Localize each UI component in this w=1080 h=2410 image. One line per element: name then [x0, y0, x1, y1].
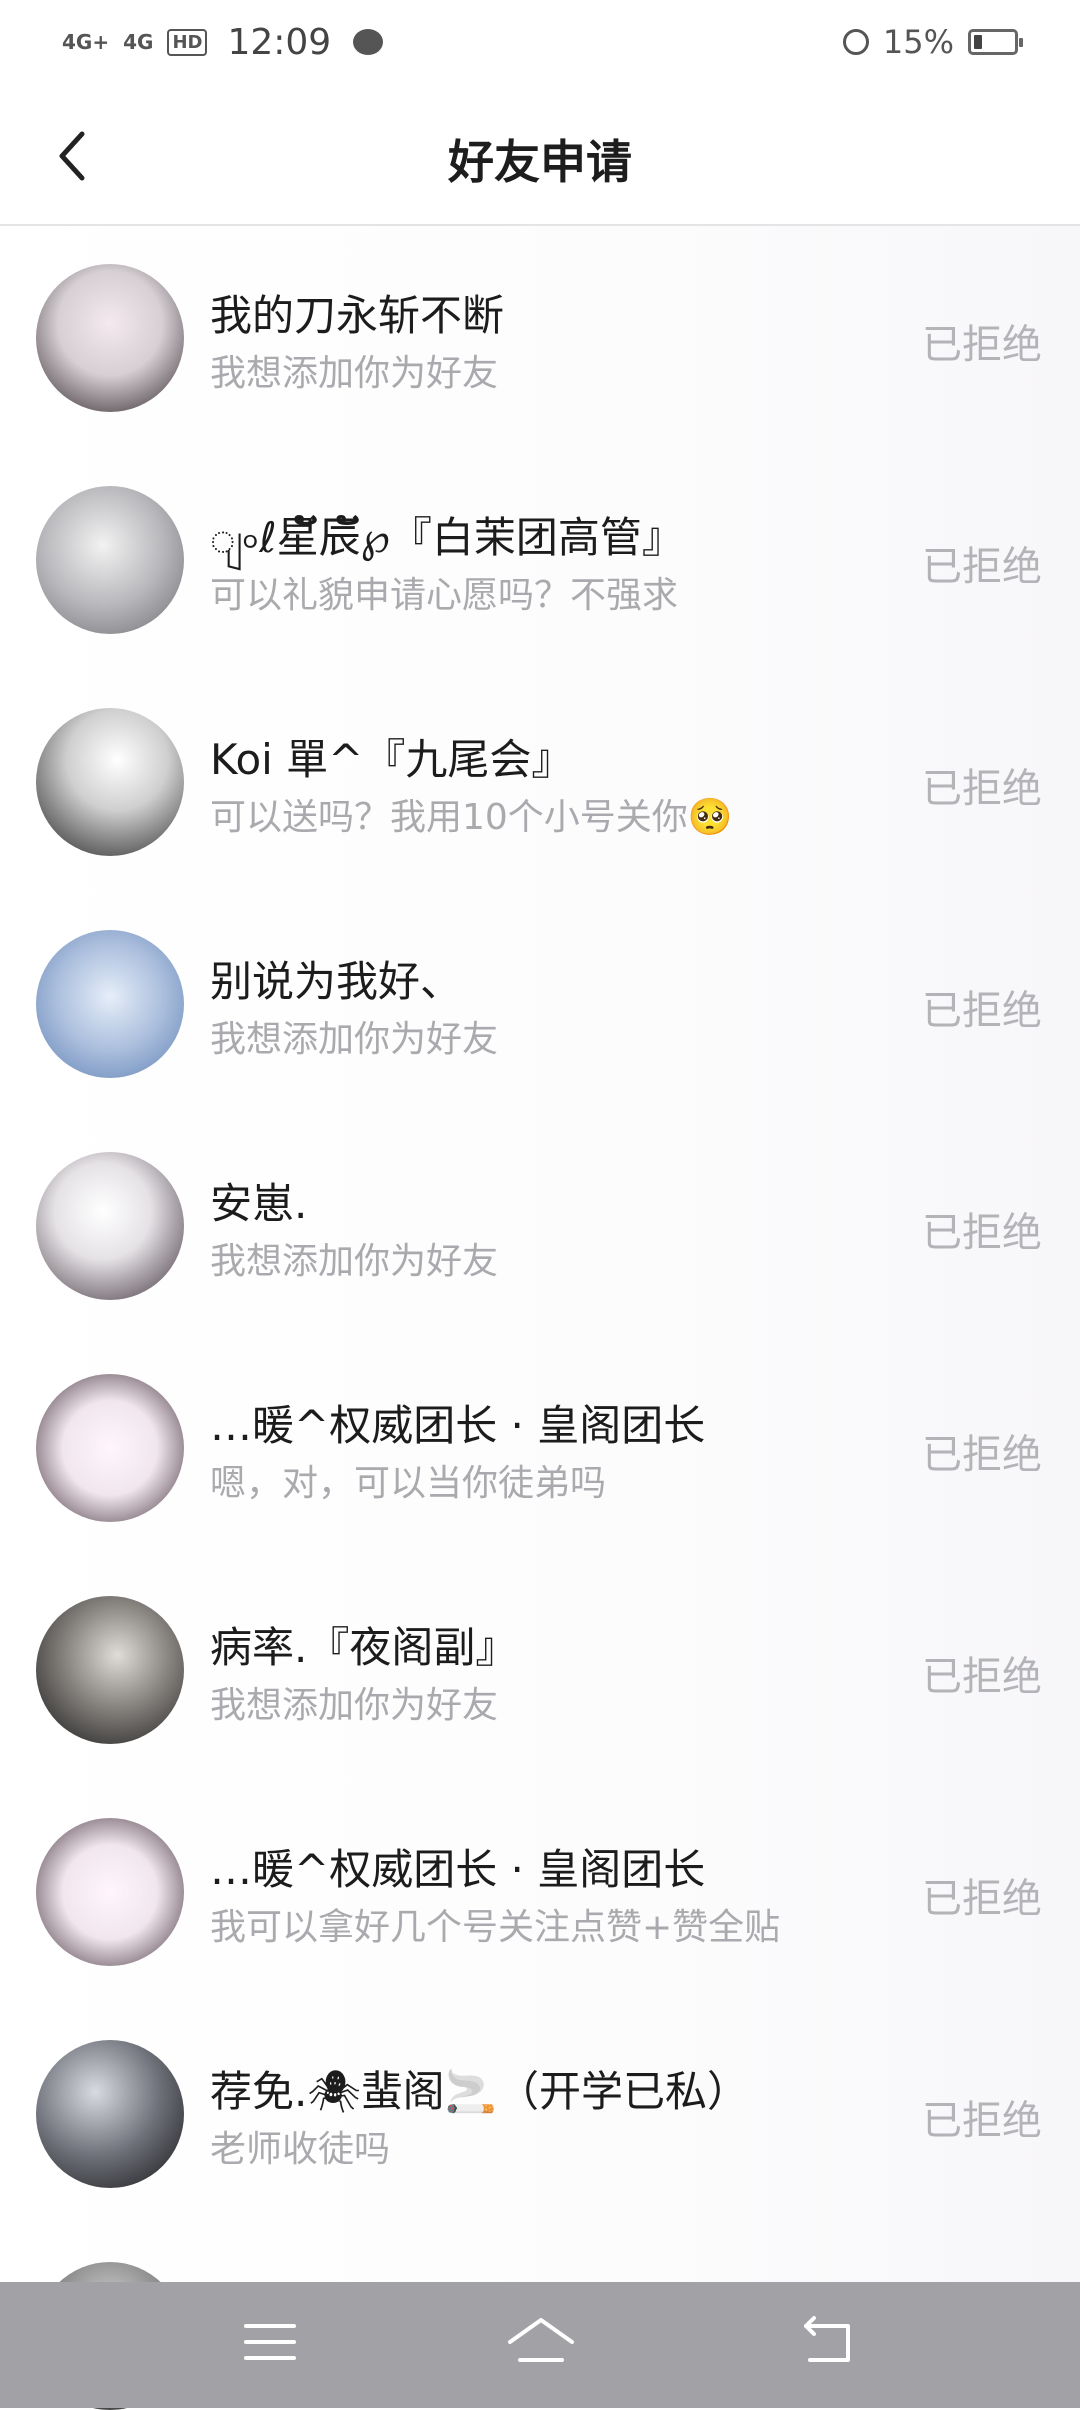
avatar[interactable] — [36, 1818, 184, 1966]
requester-name: Koi 單^『九尾会』 — [210, 735, 574, 784]
page-title: 好友申请 — [448, 135, 632, 189]
home-button[interactable] — [506, 2312, 576, 2372]
hd-icon: HD — [167, 28, 208, 56]
request-message: 嗯，对，可以当你徒弟吗 — [210, 1463, 607, 1504]
rejected-status: 已拒绝 — [922, 2098, 1042, 2144]
list-item[interactable]: 荐免.🕷蜚阁🚬（开学已私） 老师收徒吗 已拒绝 — [0, 2002, 1080, 2224]
signal-4gplus-icon: 4G+ — [62, 30, 110, 54]
requester-name: 荐免.🕷蜚阁🚬（开学已私） — [210, 2067, 749, 2116]
system-nav-bar — [0, 2282, 1080, 2408]
list-item[interactable]: 安崽. 我想添加你为好友 已拒绝 — [0, 1114, 1080, 1336]
message-notification-icon — [353, 29, 384, 55]
return-icon — [804, 2316, 850, 2362]
rejected-status: 已拒绝 — [922, 322, 1042, 368]
request-message: 我想添加你为好友 — [210, 1241, 499, 1282]
clock-time: 12:09 — [227, 21, 332, 63]
avatar[interactable] — [36, 1596, 184, 1744]
battery-percent: 15% — [882, 23, 954, 61]
status-bar-right: 15% — [842, 23, 1023, 61]
list-item[interactable]: …暖^权威团长 · 皇阁团长 我可以拿好几个号关注点赞+赞全贴 已拒绝 — [0, 1780, 1080, 2002]
rejected-status: 已拒绝 — [922, 1210, 1042, 1256]
request-message: 可以礼貌申请心愿吗？不强求 — [210, 575, 679, 616]
request-message: 可以送吗？我用10个小号关你🥺 — [210, 797, 733, 838]
requester-name: …暖^权威团长 · 皇阁团长 — [210, 1401, 706, 1450]
avatar[interactable] — [36, 708, 184, 856]
app-header: 好友申请 — [0, 84, 1080, 226]
avatar[interactable] — [36, 930, 184, 1078]
request-message: 我可以拿好几个号关注点赞+赞全贴 — [210, 1907, 781, 1948]
list-item[interactable]: ျ৹ℓ星ັ辰ັ℘『白茉团高管』 可以礼貌申请心愿吗？不强求 已拒绝 — [0, 448, 1080, 670]
signal-4g-icon: 4G — [123, 30, 154, 54]
rejected-status: 已拒绝 — [922, 988, 1042, 1034]
list-item[interactable]: 病率.『夜阁副』 我想添加你为好友 已拒绝 — [0, 1558, 1080, 1780]
list-item[interactable]: 我的刀永斩不断 我想添加你为好友 已拒绝 — [0, 226, 1080, 448]
status-bar-left: 4G+ 4G HD 12:09 — [62, 21, 384, 63]
battery-icon — [968, 29, 1023, 55]
avatar[interactable] — [36, 2040, 184, 2188]
rejected-status: 已拒绝 — [922, 766, 1042, 812]
request-message: 我想添加你为好友 — [210, 353, 499, 394]
avatar[interactable] — [36, 1152, 184, 1300]
request-message: 老师收徒吗 — [210, 2129, 391, 2170]
requester-name: 我的刀永斩不断 — [210, 291, 505, 340]
request-message: 我想添加你为好友 — [210, 1685, 499, 1726]
requester-name: 别说为我好、 — [210, 957, 463, 1006]
home-icon — [508, 2318, 574, 2362]
menu-button[interactable] — [240, 2312, 300, 2372]
requester-name: 安崽. — [210, 1179, 308, 1228]
list-item[interactable]: Koi 單^『九尾会』 可以送吗？我用10个小号关你🥺 已拒绝 — [0, 670, 1080, 892]
avatar[interactable] — [36, 486, 184, 634]
request-message: 我想添加你为好友 — [210, 1019, 499, 1060]
return-button[interactable] — [796, 2312, 856, 2372]
rejected-status: 已拒绝 — [922, 1654, 1042, 1700]
list-item[interactable]: …暖^权威团长 · 皇阁团长 嗯，对，可以当你徒弟吗 已拒绝 — [0, 1336, 1080, 1558]
avatar[interactable] — [36, 1374, 184, 1522]
requester-name: 病率.『夜阁副』 — [210, 1623, 518, 1672]
avatar[interactable] — [36, 264, 184, 412]
requester-name: …暖^权威团长 · 皇阁团长 — [210, 1845, 706, 1894]
status-bar: 4G+ 4G HD 12:09 15% — [0, 0, 1080, 84]
rejected-status: 已拒绝 — [922, 1876, 1042, 1922]
rejected-status: 已拒绝 — [922, 1432, 1042, 1478]
menu-icon — [244, 2324, 296, 2360]
list-item[interactable]: 别说为我好、 我想添加你为好友 已拒绝 — [0, 892, 1080, 1114]
friend-request-list: 我的刀永斩不断 我想添加你为好友 已拒绝 ျ৹ℓ星ັ辰ັ℘『白茉团高管』 可以礼… — [0, 226, 1080, 2410]
rejected-status: 已拒绝 — [922, 544, 1042, 590]
alarm-icon — [842, 29, 869, 55]
